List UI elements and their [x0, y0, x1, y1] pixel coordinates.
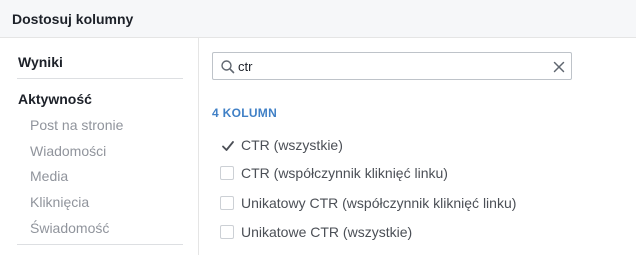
sidebar-item-page-post[interactable]: Post na stronie — [30, 117, 123, 133]
close-icon[interactable] — [553, 60, 565, 73]
column-option-label: Unikatowy CTR (współczynnik kliknięć lin… — [241, 195, 517, 211]
sidebar: Wyniki Aktywność Post na stronie Wiadomo… — [0, 38, 199, 255]
checkbox[interactable] — [220, 166, 234, 180]
dialog-title: Dostosuj kolumny — [12, 11, 134, 27]
search-box — [212, 52, 572, 80]
sidebar-section-results[interactable]: Wyniki — [18, 54, 63, 70]
sidebar-item-clicks[interactable]: Kliknięcia — [30, 194, 89, 210]
dialog-header: Dostosuj kolumny — [0, 0, 636, 38]
column-option-label: Unikatowe CTR (wszystkie) — [241, 224, 413, 240]
sidebar-divider — [17, 244, 183, 245]
customize-columns-dialog: Dostosuj kolumny Wyniki Aktywność Post n… — [0, 0, 636, 255]
main-panel: 4 KOLUMN CTR (wszystkie) CTR (współczynn… — [200, 38, 636, 255]
search-icon — [220, 59, 236, 75]
column-option-unique-ctr-link-click-rate[interactable]: Unikatowy CTR (współczynnik kliknięć lin… — [220, 194, 620, 214]
search-input[interactable] — [238, 57, 538, 75]
column-option-ctr-all[interactable]: CTR (wszystkie) — [220, 136, 620, 156]
column-option-unique-ctr-all[interactable]: Unikatowe CTR (wszystkie) — [220, 223, 620, 243]
sidebar-divider — [17, 78, 183, 79]
sidebar-item-messages[interactable]: Wiadomości — [30, 143, 106, 159]
column-option-label: CTR (współczynnik kliknięć linku) — [241, 165, 448, 181]
sidebar-item-awareness[interactable]: Świadomość — [30, 220, 109, 236]
sidebar-section-activity[interactable]: Aktywność — [18, 91, 92, 107]
checkbox-checked[interactable] — [220, 138, 234, 152]
checkbox[interactable] — [220, 196, 234, 210]
column-option-ctr-link-click-rate[interactable]: CTR (współczynnik kliknięć linku) — [220, 164, 620, 184]
results-count-label: 4 KOLUMN — [212, 106, 278, 120]
checkbox[interactable] — [220, 225, 234, 239]
sidebar-item-media[interactable]: Media — [30, 168, 68, 184]
column-option-label: CTR (wszystkie) — [241, 137, 343, 153]
